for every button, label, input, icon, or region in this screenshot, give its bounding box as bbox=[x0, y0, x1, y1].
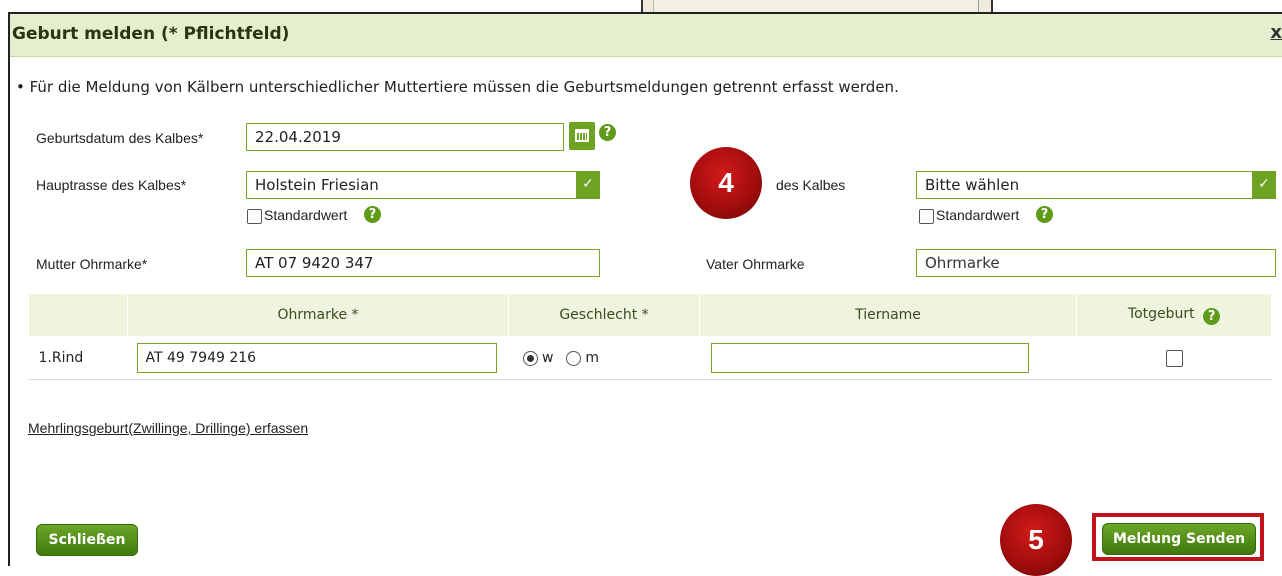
chevron-down-icon[interactable]: ✓ bbox=[1252, 171, 1276, 199]
standard-checkbox-2[interactable] bbox=[919, 209, 934, 224]
table-row: 1.Rind AT 49 7949 216 w m bbox=[28, 336, 1272, 380]
calves-table: Ohrmarke * Geschlecht * Tiername Totgebu… bbox=[28, 293, 1272, 380]
table-header: Ohrmarke * bbox=[127, 293, 509, 337]
chevron-down-icon[interactable]: ✓ bbox=[576, 171, 600, 199]
birthdate-label: Geburtsdatum des Kalbes* bbox=[36, 130, 204, 146]
mainbreed-label: Hauptrasse des Kalbes* bbox=[36, 177, 187, 193]
row-label: 1.Rind bbox=[28, 336, 128, 380]
table-header bbox=[28, 293, 128, 337]
birthdate-input[interactable]: 22.04.2019 bbox=[246, 123, 564, 151]
send-report-button[interactable]: Meldung Senden bbox=[1102, 523, 1256, 555]
dialog-title: Geburt melden (* Pflichtfeld) bbox=[12, 24, 290, 44]
table-header: Tiername bbox=[699, 293, 1077, 337]
dialog-titlebar: Geburt melden (* Pflichtfeld) x bbox=[10, 14, 1282, 57]
mother-label: Mutter Ohrmarke* bbox=[36, 256, 148, 272]
mother-eartag-input[interactable]: AT 07 9420 347 bbox=[246, 249, 600, 277]
close-button[interactable]: Schließen bbox=[36, 524, 138, 556]
sex-w-label: w bbox=[541, 350, 554, 366]
col-eartag: Ohrmarke * bbox=[277, 307, 359, 323]
sex-radio-m[interactable] bbox=[565, 350, 581, 366]
secondbreed-value: Bitte wählen bbox=[925, 176, 1020, 194]
secondbreed-select[interactable]: Bitte wählen ✓ bbox=[916, 171, 1276, 199]
sex-radio-w[interactable] bbox=[522, 350, 538, 366]
help-icon[interactable]: ? bbox=[599, 124, 616, 141]
help-icon[interactable]: ? bbox=[1036, 206, 1053, 223]
father-label: Vater Ohrmarke bbox=[706, 256, 805, 272]
standard-checkbox[interactable] bbox=[247, 209, 262, 224]
mainbreed-value: Holstein Friesian bbox=[255, 176, 379, 194]
step-badge-4: 4 bbox=[690, 147, 762, 219]
help-icon[interactable]: ? bbox=[1203, 307, 1221, 325]
mainbreed-select[interactable]: Holstein Friesian ✓ bbox=[246, 171, 600, 199]
sex-cell: w m bbox=[508, 336, 700, 380]
step-badge-5: 5 bbox=[1000, 504, 1072, 576]
table-header: Geschlecht * bbox=[508, 293, 700, 337]
close-icon[interactable]: x bbox=[1270, 22, 1282, 43]
standard-label-2: Standardwert bbox=[936, 207, 1020, 223]
stillbirth-checkbox[interactable] bbox=[1165, 349, 1183, 367]
calf-eartag-input[interactable]: AT 49 7949 216 bbox=[136, 343, 497, 373]
calf-name-input[interactable] bbox=[710, 343, 1029, 373]
secondbreed-label: des Kalbes bbox=[776, 177, 846, 193]
help-icon[interactable]: ? bbox=[364, 206, 381, 223]
table-header: Totgeburt ? bbox=[1076, 293, 1272, 337]
name-cell bbox=[699, 336, 1077, 380]
col-name: Tiername bbox=[855, 307, 921, 323]
father-eartag-input[interactable]: Ohrmarke bbox=[916, 249, 1276, 277]
multiple-birth-link[interactable]: Mehrlingsgeburt(Zwillinge, Drillinge) er… bbox=[28, 420, 308, 436]
sex-m-label: m bbox=[585, 350, 599, 366]
col-sex: Geschlecht * bbox=[559, 307, 649, 323]
calendar-icon[interactable] bbox=[569, 122, 595, 150]
eartag-cell: AT 49 7949 216 bbox=[127, 336, 509, 380]
col-stillbirth: Totgeburt bbox=[1127, 305, 1195, 322]
stillbirth-cell bbox=[1076, 336, 1272, 380]
info-text: • Für die Meldung von Kälbern unterschie… bbox=[16, 78, 899, 96]
standard-label: Standardwert bbox=[264, 207, 348, 223]
